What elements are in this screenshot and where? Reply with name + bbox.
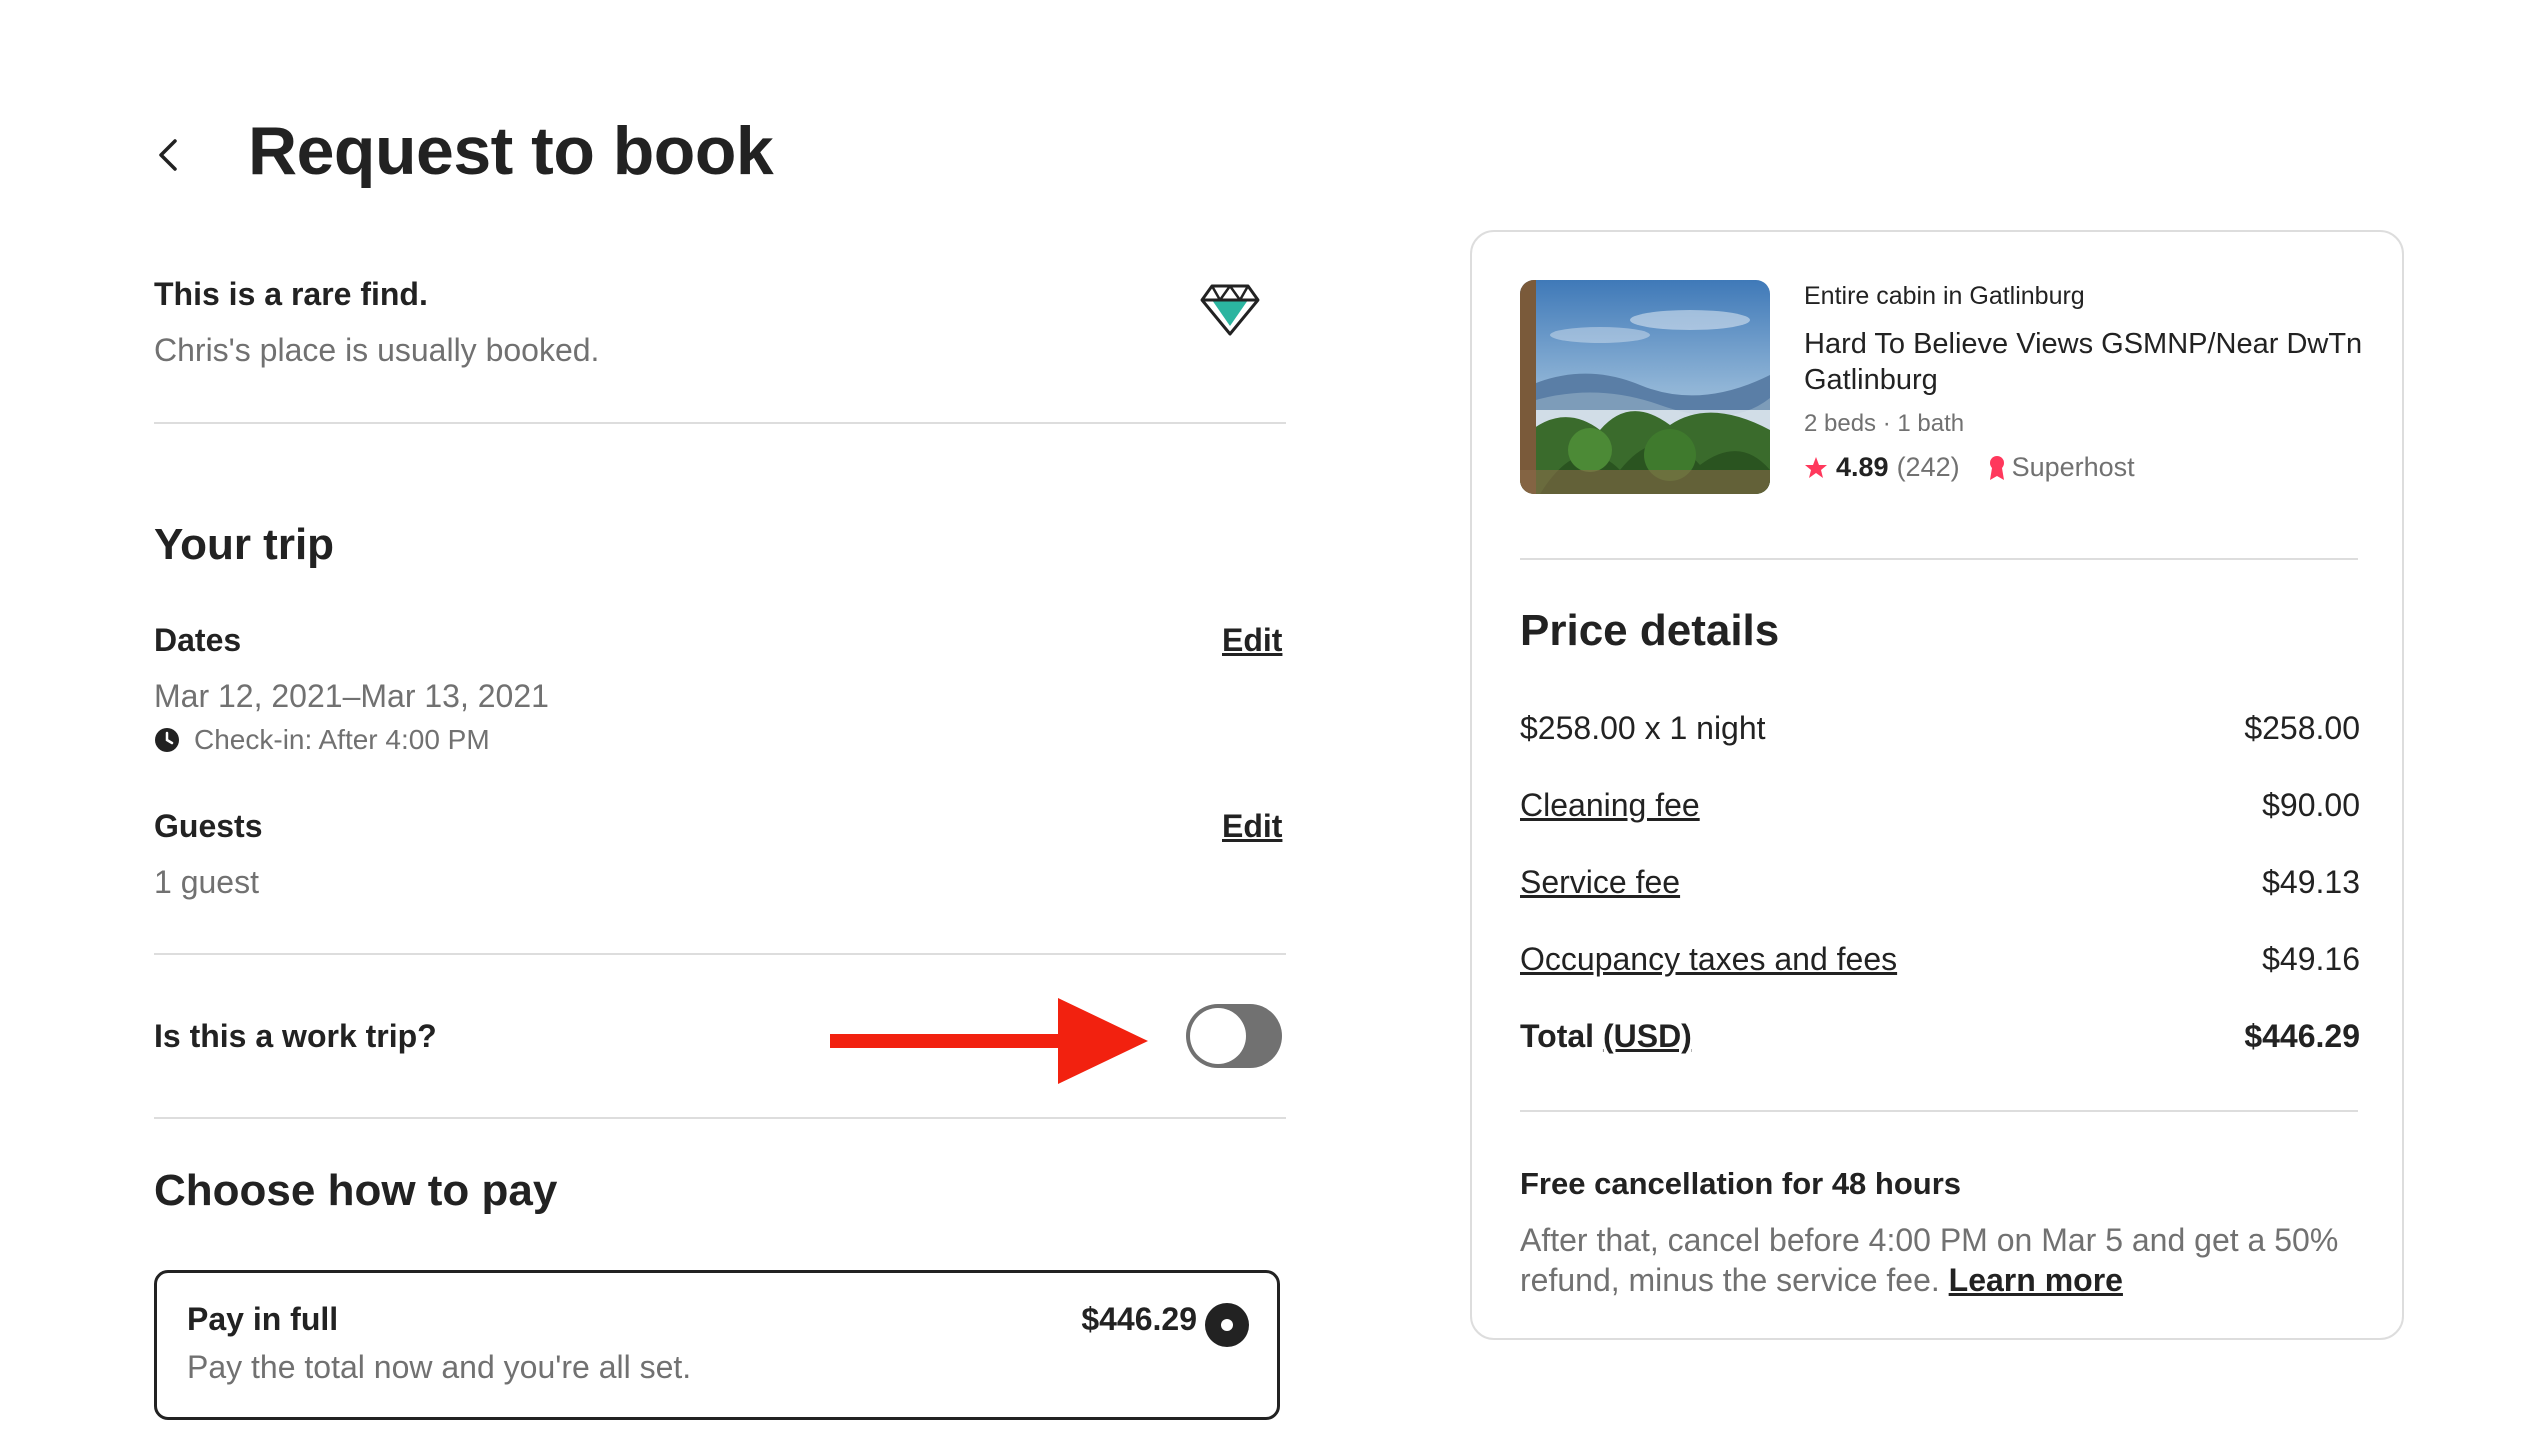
price-row-total: Total (USD) $446.29 <box>1520 1018 2360 1055</box>
rare-find-subtitle: Chris's place is usually booked. <box>154 332 600 368</box>
edit-guests-link[interactable]: Edit <box>1222 808 1282 845</box>
rating-value: 4.89 <box>1836 452 1889 482</box>
guests-value: 1 guest <box>154 864 259 900</box>
edit-dates-link[interactable]: Edit <box>1222 622 1282 659</box>
total-amount: $446.29 <box>2244 1018 2360 1054</box>
dates-value: Mar 12, 2021–Mar 13, 2021 <box>154 678 549 714</box>
cleaning-fee-link[interactable]: Cleaning fee <box>1520 787 1700 824</box>
superhost-badge: Superhost <box>1988 452 2135 483</box>
pay-option-price: $446.29 <box>1081 1301 1197 1337</box>
chevron-left-icon <box>159 139 177 171</box>
price-row-service-fee: Service fee $49.13 <box>1520 864 2360 901</box>
currency-link[interactable]: (USD) <box>1603 1018 1692 1054</box>
divider <box>1520 1110 2358 1112</box>
cancellation-policy: After that, cancel before 4:00 PM on Mar… <box>1520 1220 2380 1300</box>
listing-photo <box>1520 280 1770 494</box>
price-row-occupancy-taxes: Occupancy taxes and fees $49.16 <box>1520 941 2360 978</box>
divider <box>154 953 1286 955</box>
total-label-group: Total (USD) <box>1520 1018 1692 1055</box>
divider <box>154 422 1286 424</box>
star-icon <box>1805 456 1827 478</box>
price-row-label: $258.00 x 1 night <box>1520 710 1766 746</box>
listing-title: Hard To Believe Views GSMNP/Near DwTn Ga… <box>1804 328 2363 396</box>
listing-rating: 4.89 (242) Superhost <box>1804 452 2135 483</box>
price-row-nights: $258.00 x 1 night $258.00 <box>1520 710 2360 747</box>
pay-in-full-option[interactable]: Pay in full Pay the total now and you're… <box>154 1270 1280 1420</box>
cancellation-body: After that, cancel before 4:00 PM on Mar… <box>1520 1222 2339 1298</box>
price-row-amount: $49.16 <box>2262 941 2360 977</box>
checkin-info: Check-in: After 4:00 PM <box>154 724 490 756</box>
radio-selected-dot <box>1221 1319 1233 1331</box>
price-row-amount: $49.13 <box>2262 864 2360 900</box>
price-row-cleaning-fee: Cleaning fee $90.00 <box>1520 787 2360 824</box>
back-button[interactable] <box>148 130 188 180</box>
cancellation-title: Free cancellation for 48 hours <box>1520 1166 1962 1201</box>
price-details-heading: Price details <box>1520 606 1780 655</box>
clock-icon <box>155 728 179 752</box>
learn-more-link[interactable]: Learn more <box>1949 1262 2123 1298</box>
price-row-amount: $258.00 <box>2244 710 2360 746</box>
divider <box>154 1117 1286 1119</box>
divider <box>1520 558 2358 560</box>
total-label: Total <box>1520 1018 1595 1054</box>
pay-option-title: Pay in full <box>187 1301 339 1337</box>
page-title: Request to book <box>248 113 774 189</box>
choose-how-to-pay-heading: Choose how to pay <box>154 1166 558 1215</box>
diamond-icon <box>1200 284 1260 336</box>
guests-label: Guests <box>154 808 263 844</box>
work-trip-toggle[interactable] <box>1186 1004 1282 1068</box>
checkin-text: Check-in: After 4:00 PM <box>194 724 490 755</box>
service-fee-link[interactable]: Service fee <box>1520 864 1680 901</box>
review-count: (242) <box>1896 452 1960 482</box>
listing-photo-image <box>1520 280 1770 494</box>
booking-summary-card: Entire cabin in Gatlinburg Hard To Belie… <box>1470 230 2404 1340</box>
dates-label: Dates <box>154 622 242 658</box>
listing-type: Entire cabin in Gatlinburg <box>1804 282 2085 310</box>
occupancy-taxes-link[interactable]: Occupancy taxes and fees <box>1520 941 1897 978</box>
work-trip-label: Is this a work trip? <box>154 1018 437 1054</box>
red-arrow-annotation <box>830 998 1148 1084</box>
superhost-label: Superhost <box>2011 452 2135 482</box>
price-row-amount: $90.00 <box>2262 787 2360 823</box>
toggle-knob <box>1190 1008 1246 1064</box>
pay-option-subtitle: Pay the total now and you're all set. <box>187 1349 692 1385</box>
listing-meta: 2 beds · 1 bath <box>1804 410 1965 437</box>
superhost-medal-icon <box>1989 455 2004 480</box>
your-trip-heading: Your trip <box>154 520 335 569</box>
pay-in-full-radio[interactable] <box>1205 1303 1249 1347</box>
rare-find-title: This is a rare find. <box>154 276 428 312</box>
